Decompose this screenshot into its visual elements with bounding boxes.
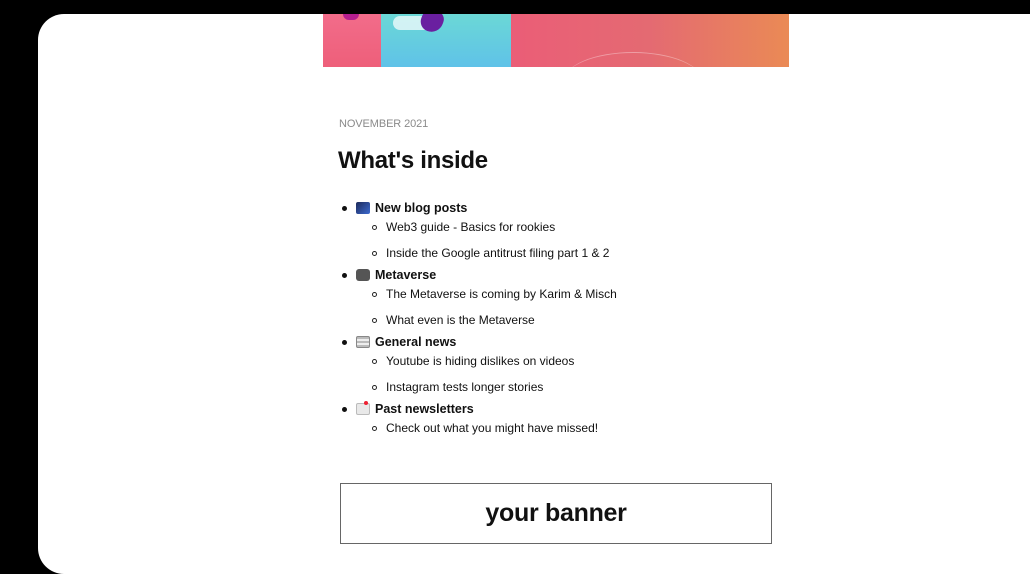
circle-bullet-icon [372,317,377,323]
list-item[interactable]: Web3 guide - Basics for rookies [341,219,781,235]
section-heading[interactable]: Metaverse [341,267,781,283]
section-new-blog-posts: New blog posts Web3 guide - Basics for r… [341,200,781,261]
list-item[interactable]: Inside the Google antitrust filing part … [341,245,781,261]
list-item-label: Instagram tests longer stories [386,380,544,394]
list-item[interactable]: Check out what you might have missed! [341,420,781,436]
arc-decoration [563,52,703,67]
bullet-icon [342,339,347,345]
bullet-icon [342,205,347,211]
section-title: General news [375,335,457,349]
chart-emoji-icon [356,202,370,214]
camera-emoji-icon [356,269,370,281]
circle-bullet-icon [372,224,377,230]
list-item[interactable]: Youtube is hiding dislikes on videos [341,353,781,369]
section-heading[interactable]: General news [341,334,781,350]
section-metaverse: Metaverse The Metaverse is coming by Kar… [341,267,781,328]
page-title: What's inside [338,147,488,174]
list-item[interactable]: The Metaverse is coming by Karim & Misch [341,286,781,302]
section-heading[interactable]: Past newsletters [341,401,781,417]
list-item-label: Check out what you might have missed! [386,421,599,435]
mailbox-emoji-icon [356,401,370,415]
circle-bullet-icon [372,425,377,431]
section-general-news: General news Youtube is hiding dislikes … [341,334,781,395]
newspaper-emoji-icon [356,336,370,348]
circle-bullet-icon [372,291,377,297]
section-past-newsletters: Past newsletters Check out what you migh… [341,401,781,436]
list-item[interactable]: What even is the Metaverse [341,312,781,328]
section-title: New blog posts [375,201,468,215]
section-heading[interactable]: New blog posts [341,200,781,216]
banner-placeholder[interactable]: your banner [340,483,772,544]
hero-stripe [323,14,381,67]
list-item[interactable]: Instagram tests longer stories [341,379,781,395]
bullet-icon [342,272,347,278]
circle-bullet-icon [372,384,377,390]
circle-bullet-icon [372,250,377,256]
email-card: NOVEMBER 2021 What's inside New blog pos… [38,14,1030,574]
bullet-icon [342,406,347,412]
list-item-label: Inside the Google antitrust filing part … [386,246,610,260]
hero-image [323,14,789,67]
table-of-contents: New blog posts Web3 guide - Basics for r… [341,200,781,442]
list-item-label: Web3 guide - Basics for rookies [386,220,556,234]
issue-date: NOVEMBER 2021 [339,118,429,130]
list-item-label: The Metaverse is coming by Karim & Misch [386,287,617,301]
list-item-label: What even is the Metaverse [386,313,535,327]
circle-bullet-icon [372,358,377,364]
section-title: Past newsletters [375,402,474,416]
list-item-label: Youtube is hiding dislikes on videos [386,354,575,368]
section-title: Metaverse [375,268,437,282]
